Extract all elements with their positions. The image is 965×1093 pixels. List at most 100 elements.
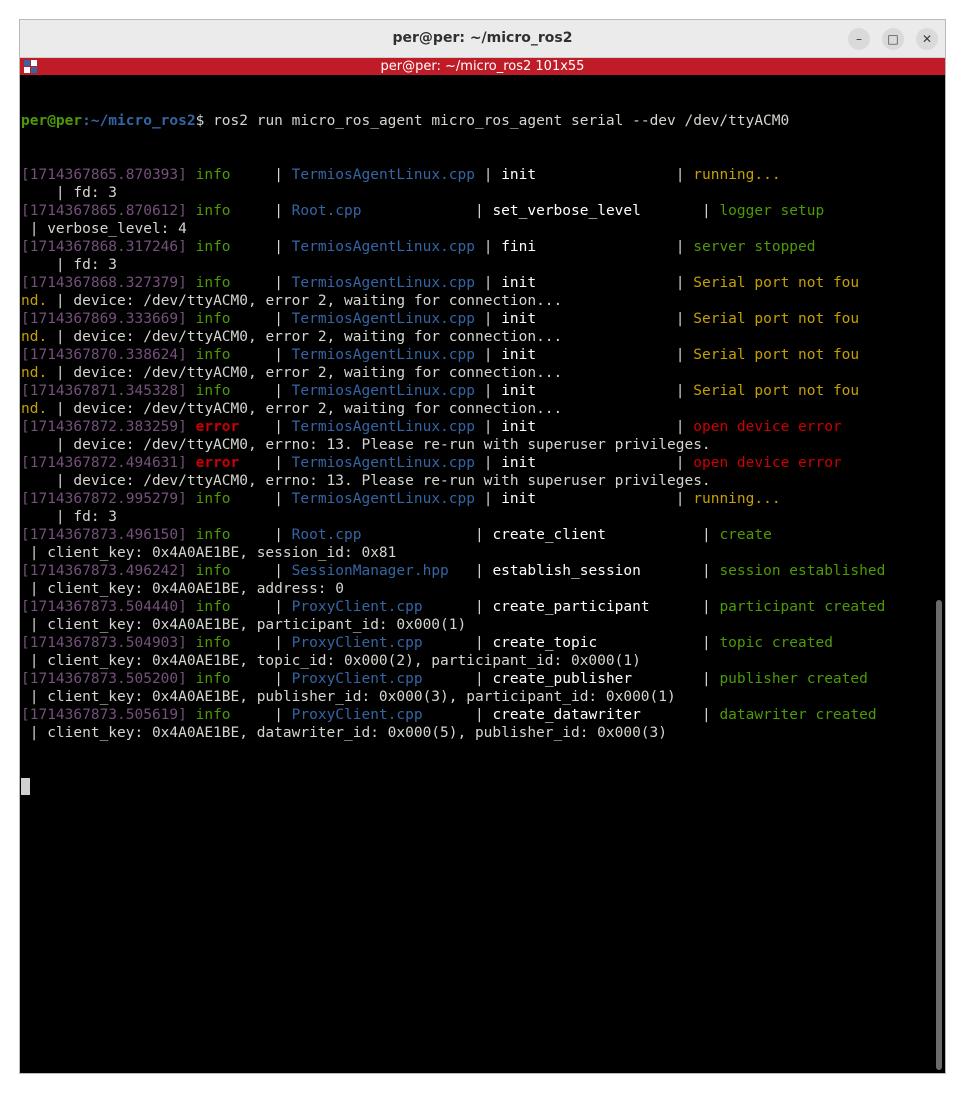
column-separator: | — [274, 311, 292, 327]
log-message: running... — [693, 491, 781, 507]
log-detail: | client_key: 0x4A0AE1BE, datawriter_id:… — [21, 724, 931, 742]
column-separator: | — [474, 491, 502, 507]
log-detail: nd. | device: /dev/ttyACM0, error 2, wai… — [21, 400, 931, 418]
column-separator: | — [274, 167, 292, 183]
log-function: create_client — [492, 527, 702, 543]
log-detail: | client_key: 0x4A0AE1BE, session_id: 0x… — [21, 544, 931, 562]
log-message: participant created — [719, 599, 886, 615]
column-separator: | — [274, 275, 292, 291]
log-function: init — [501, 455, 676, 471]
log-level: info — [195, 563, 275, 579]
column-separator: | — [422, 599, 493, 615]
log-level: info — [195, 491, 275, 507]
column-separator: | — [474, 239, 502, 255]
column-separator: | — [274, 671, 292, 687]
close-button[interactable]: ✕ — [916, 28, 938, 50]
log-timestamp: [1714367865.870612] — [21, 203, 196, 219]
column-separator: | — [474, 419, 502, 435]
log-function: init — [501, 275, 676, 291]
log-entry: [1714367865.870612] info | Root.cpp | se… — [21, 202, 931, 220]
log-message: Serial port not fou — [693, 347, 860, 363]
column-separator: | — [361, 527, 493, 543]
log-source-file: TermiosAgentLinux.cpp — [291, 275, 475, 291]
log-function: init — [501, 383, 676, 399]
log-detail: | device: /dev/ttyACM0, errno: 13. Pleas… — [21, 472, 931, 490]
log-source-file: ProxyClient.cpp — [291, 707, 423, 723]
column-separator: | — [474, 167, 502, 183]
log-level: info — [195, 635, 275, 651]
log-detail-text: | device: /dev/ttyACM0, error 2, waiting… — [47, 365, 563, 381]
terminal-output[interactable]: per@per:~/micro_ros2$ ros2 run micro_ros… — [20, 76, 931, 1073]
log-function: establish_session — [492, 563, 702, 579]
log-level: info — [195, 167, 275, 183]
column-separator: | — [422, 635, 493, 651]
log-source-file: Root.cpp — [291, 203, 362, 219]
window-title: per@per: ~/micro_ros2 — [392, 30, 573, 46]
log-timestamp: [1714367873.505200] — [21, 671, 196, 687]
log-function: set_verbose_level — [492, 203, 702, 219]
log-message: open device error — [693, 455, 842, 471]
log-timestamp: [1714367871.345328] — [21, 383, 196, 399]
log-function: init — [501, 347, 676, 363]
log-message: Serial port not fou — [693, 311, 860, 327]
column-separator: | — [274, 383, 292, 399]
maximize-button[interactable]: □ — [882, 28, 904, 50]
column-separator: | — [675, 383, 694, 399]
log-level: error — [195, 455, 275, 471]
window-titlebar[interactable]: per@per: ~/micro_ros2 – □ ✕ — [20, 20, 945, 58]
log-function: create_publisher — [492, 671, 702, 687]
log-function: create_participant — [492, 599, 702, 615]
log-entry: [1714367872.383259] error | TermiosAgent… — [21, 418, 931, 436]
log-timestamp: [1714367868.327379] — [21, 275, 196, 291]
log-source-file: ProxyClient.cpp — [291, 599, 423, 615]
log-timestamp: [1714367872.494631] — [21, 455, 196, 471]
log-message: open device error — [693, 419, 842, 435]
log-timestamp: [1714367868.317246] — [21, 239, 196, 255]
log-entry: [1714367868.317246] info | TermiosAgentL… — [21, 238, 931, 256]
log-message: Serial port not fou — [693, 275, 860, 291]
column-separator: | — [474, 275, 502, 291]
column-separator: | — [675, 167, 694, 183]
log-message: create — [719, 527, 772, 543]
log-level: info — [195, 383, 275, 399]
log-detail: | fd: 3 — [21, 508, 931, 526]
log-entry: [1714367873.496150] info | Root.cpp | cr… — [21, 526, 931, 544]
log-timestamp: [1714367873.504440] — [21, 599, 196, 615]
log-level: info — [195, 527, 275, 543]
log-message: Serial port not fou — [693, 383, 860, 399]
log-timestamp: [1714367865.870393] — [21, 167, 196, 183]
log-detail-text: | device: /dev/ttyACM0, error 2, waiting… — [47, 401, 563, 417]
log-detail: | device: /dev/ttyACM0, errno: 13. Pleas… — [21, 436, 931, 454]
log-detail-text: | client_key: 0x4A0AE1BE, address: 0 — [21, 581, 345, 597]
scrollbar[interactable] — [936, 600, 942, 1070]
log-level: info — [195, 707, 275, 723]
prompt-path: :~/micro_ros2 — [82, 113, 196, 129]
log-detail: | client_key: 0x4A0AE1BE, topic_id: 0x00… — [21, 652, 931, 670]
terminal-app-icon — [24, 60, 37, 73]
log-detail-text: | client_key: 0x4A0AE1BE, topic_id: 0x00… — [21, 653, 641, 669]
log-function: init — [501, 311, 676, 327]
log-level: info — [195, 599, 275, 615]
log-message: topic created — [719, 635, 833, 651]
prompt-user: per@per — [21, 113, 83, 129]
column-separator: | — [474, 311, 502, 327]
log-detail: | fd: 3 — [21, 256, 931, 274]
log-timestamp: [1714367872.995279] — [21, 491, 196, 507]
log-detail-text: | client_key: 0x4A0AE1BE, session_id: 0x… — [21, 545, 397, 561]
column-separator: | — [701, 203, 720, 219]
log-level: info — [195, 203, 275, 219]
log-entry: [1714367870.338624] info | TermiosAgentL… — [21, 346, 931, 364]
log-detail: | fd: 3 — [21, 184, 931, 202]
log-timestamp: [1714367873.505619] — [21, 707, 196, 723]
column-separator: | — [701, 707, 720, 723]
terminal-tab-bar[interactable]: per@per: ~/micro_ros2 101x55 — [20, 58, 945, 75]
log-lines: [1714367865.870393] info | TermiosAgentL… — [21, 166, 931, 742]
log-message: logger setup — [719, 203, 825, 219]
log-level: info — [195, 347, 275, 363]
column-separator: | — [675, 491, 694, 507]
log-detail: | verbose_level: 4 — [21, 220, 931, 238]
column-separator: | — [675, 311, 694, 327]
minimize-button[interactable]: – — [848, 28, 870, 50]
log-entry: [1714367873.504440] info | ProxyClient.c… — [21, 598, 931, 616]
terminal-window: per@per: ~/micro_ros2 – □ ✕ per@per: ~/m… — [19, 19, 946, 1074]
